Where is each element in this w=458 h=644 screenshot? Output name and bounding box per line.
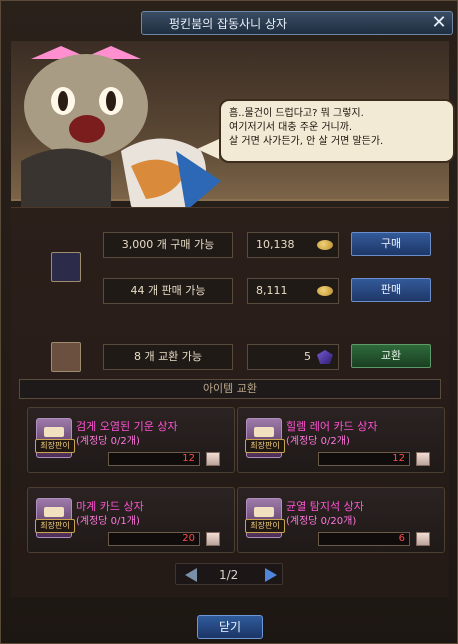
card-badge: 최장판이 — [245, 439, 285, 453]
speech-line-1: 흠..물건이 드럽다고? 뭐 그렇지. — [229, 108, 364, 119]
currency-icon — [206, 452, 220, 466]
card-badge: 최장판이 — [35, 519, 75, 533]
exchange-item-icon — [51, 342, 81, 372]
exchange-stock-text: 8 개 교환 가능 — [103, 344, 233, 370]
sell-stock-text: 44 개 판매 가능 — [103, 278, 233, 304]
card-price: 6 — [318, 532, 410, 546]
speech-line-3: 살 거면 사가든가, 안 살 거면 말든가. — [229, 136, 384, 147]
card-limit: (계정당 0/20개) — [286, 516, 357, 527]
card-badge: 최장판이 — [35, 439, 75, 453]
npc-scene: 흠..물건이 드럽다고? 뭐 그렇지. 여기저기서 대충 주운 거니까. 살 거… — [11, 41, 455, 241]
page-indicator: 1/2 — [219, 568, 239, 582]
gem-item-icon — [51, 252, 81, 282]
speech-line-2: 여기저기서 대충 주운 거니까. — [229, 122, 353, 133]
close-button[interactable]: 닫기 — [197, 615, 263, 639]
next-page-icon[interactable] — [265, 568, 277, 582]
card-limit: (계정당 0/1개) — [76, 516, 140, 527]
currency-icon — [206, 532, 220, 546]
shop-window: 펑킨붐의 잡동사니 상자 ✕ 흠..물건이 드럽다고? 뭐 그렇지. 여기저기서… — [0, 0, 458, 644]
card-limit: (계정당 0/2개) — [76, 436, 140, 447]
card-price: 12 — [108, 452, 200, 466]
gold-coin-icon — [317, 286, 333, 296]
buy-stock-text: 3,000 개 구매 가능 — [103, 232, 233, 258]
card-price: 20 — [108, 532, 200, 546]
window-title: 펑킨붐의 잡동사니 상자 — [169, 17, 288, 31]
speech-bubble-tail — [197, 139, 219, 159]
card-price: 12 — [318, 452, 410, 466]
currency-icon — [416, 532, 430, 546]
exchange-card[interactable]: 최장판이 균열 탐지석 상자 (계정당 0/20개) 6 — [237, 487, 445, 553]
speech-bubble: 흠..물건이 드럽다고? 뭐 그렇지. 여기저기서 대충 주운 거니까. 살 거… — [219, 99, 455, 163]
close-icon[interactable]: ✕ — [429, 13, 449, 33]
exchange-card[interactable]: 최장판이 힐렘 레어 카드 상자 (계정당 0/2개) 12 — [237, 407, 445, 473]
exchange-card[interactable]: 최장판이 마계 카드 상자 (계정당 0/1개) 20 — [27, 487, 235, 553]
prev-page-icon[interactable] — [185, 568, 197, 582]
sell-button[interactable]: 판매 — [351, 278, 431, 302]
item-exchange-section-header: 아이템 교환 — [19, 379, 441, 399]
exchange-button[interactable]: 교환 — [351, 344, 431, 368]
card-limit: (계정당 0/2개) — [286, 436, 350, 447]
currency-icon — [416, 452, 430, 466]
card-badge: 최장판이 — [245, 519, 285, 533]
exchange-card[interactable]: 최장판이 검게 오염된 기운 상자 (계정당 0/2개) 12 — [27, 407, 235, 473]
gold-coin-icon — [317, 240, 333, 250]
buy-button[interactable]: 구매 — [351, 232, 431, 256]
